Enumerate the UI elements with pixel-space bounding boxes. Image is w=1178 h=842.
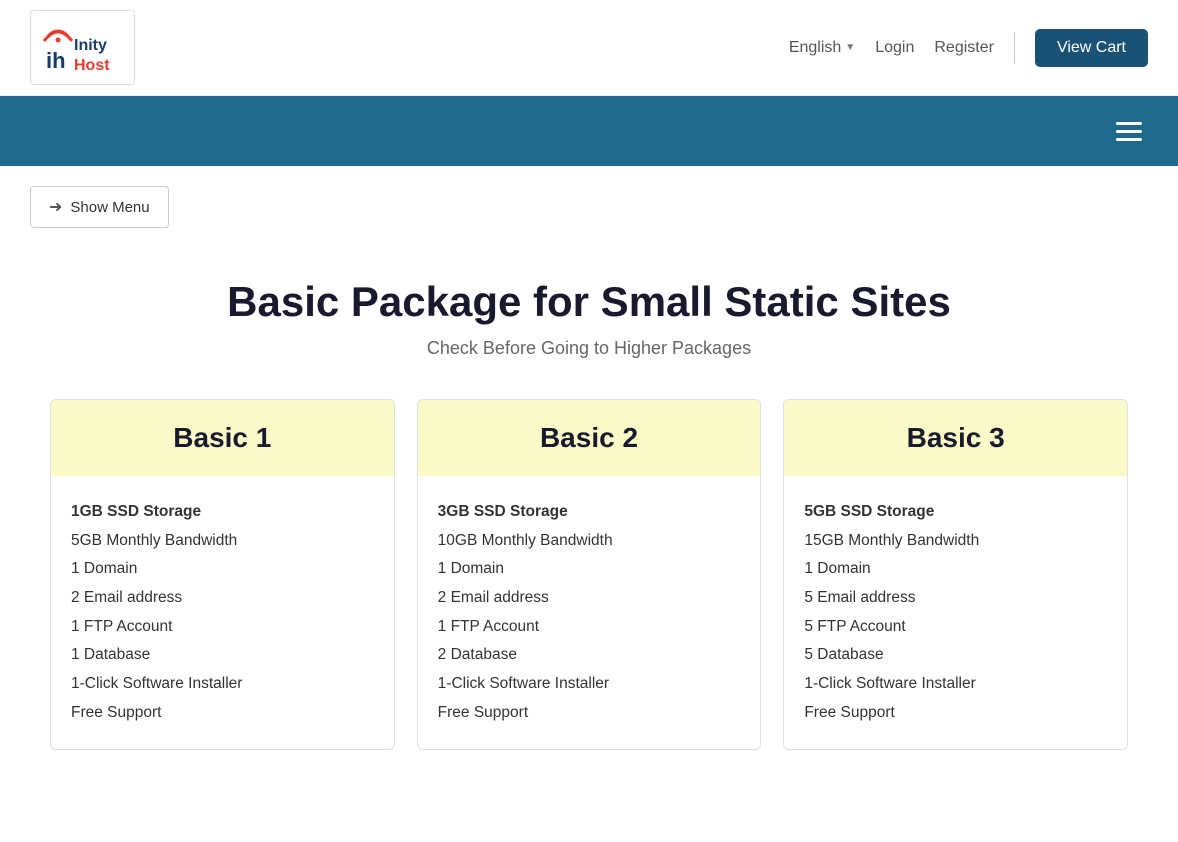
- list-item: 1 Domain: [438, 555, 741, 584]
- register-link[interactable]: Register: [934, 39, 994, 57]
- list-item: 2 Email address: [438, 584, 741, 613]
- package-header-2: Basic 2: [418, 400, 761, 476]
- package-body-1: 1GB SSD Storage5GB Monthly Bandwidth1 Do…: [51, 476, 394, 749]
- page-subtitle: Check Before Going to Higher Packages: [20, 338, 1158, 359]
- list-item: 2 Email address: [71, 584, 374, 613]
- hamburger-menu-button[interactable]: [1110, 116, 1148, 147]
- site-header: ih Inity Host English ▼ Login Register V…: [0, 0, 1178, 96]
- package-body-2: 3GB SSD Storage10GB Monthly Bandwidth1 D…: [418, 476, 761, 749]
- list-item: Free Support: [438, 699, 741, 728]
- show-menu-section: ➜ Show Menu: [0, 166, 1178, 248]
- list-item: Free Support: [804, 699, 1107, 728]
- login-link[interactable]: Login: [875, 39, 914, 57]
- package-header-1: Basic 1: [51, 400, 394, 476]
- header-nav: English ▼ Login Register View Cart: [789, 29, 1148, 67]
- list-item: 5 Email address: [804, 584, 1107, 613]
- nav-divider: [1014, 33, 1015, 63]
- list-item: 1 FTP Account: [71, 613, 374, 642]
- show-menu-label: Show Menu: [70, 199, 149, 216]
- hamburger-line-2: [1116, 130, 1142, 133]
- svg-text:ih: ih: [46, 48, 66, 73]
- view-cart-button[interactable]: View Cart: [1035, 29, 1148, 67]
- arrow-right-icon: ➜: [49, 197, 62, 217]
- package-body-3: 5GB SSD Storage15GB Monthly Bandwidth1 D…: [784, 476, 1127, 749]
- svg-text:Host: Host: [74, 57, 110, 74]
- logo-svg: ih Inity Host: [38, 18, 128, 78]
- list-item: 10GB Monthly Bandwidth: [438, 527, 741, 556]
- hamburger-line-1: [1116, 122, 1142, 125]
- list-item: 1 Domain: [71, 555, 374, 584]
- package-card-1: Basic 1 1GB SSD Storage5GB Monthly Bandwi…: [50, 399, 395, 750]
- list-item: 15GB Monthly Bandwidth: [804, 527, 1107, 556]
- package-name-3: Basic 3: [804, 422, 1107, 454]
- logo-container: ih Inity Host: [30, 10, 135, 85]
- list-item: 2 Database: [438, 641, 741, 670]
- list-item: 1-Click Software Installer: [804, 670, 1107, 699]
- page-title: Basic Package for Small Static Sites: [20, 278, 1158, 326]
- list-item: 3GB SSD Storage: [438, 498, 741, 527]
- list-item: 5 Database: [804, 641, 1107, 670]
- packages-grid: Basic 1 1GB SSD Storage5GB Monthly Bandwi…: [50, 399, 1128, 750]
- show-menu-button[interactable]: ➜ Show Menu: [30, 186, 169, 228]
- package-card-2: Basic 2 3GB SSD Storage10GB Monthly Bandw…: [417, 399, 762, 750]
- navigation-bar: [0, 96, 1178, 166]
- page-title-section: Basic Package for Small Static Sites Che…: [0, 248, 1178, 399]
- language-label: English: [789, 39, 841, 57]
- list-item: 5GB Monthly Bandwidth: [71, 527, 374, 556]
- list-item: 1-Click Software Installer: [438, 670, 741, 699]
- logo-box: ih Inity Host: [30, 10, 135, 85]
- list-item: 1-Click Software Installer: [71, 670, 374, 699]
- list-item: 5 FTP Account: [804, 613, 1107, 642]
- list-item: 1 FTP Account: [438, 613, 741, 642]
- package-header-3: Basic 3: [784, 400, 1127, 476]
- chevron-down-icon: ▼: [845, 42, 855, 53]
- package-name-1: Basic 1: [71, 422, 374, 454]
- list-item: 1GB SSD Storage: [71, 498, 374, 527]
- language-selector[interactable]: English ▼: [789, 39, 855, 57]
- packages-section: Basic 1 1GB SSD Storage5GB Monthly Bandwi…: [0, 399, 1178, 790]
- package-name-2: Basic 2: [438, 422, 741, 454]
- package-card-3: Basic 3 5GB SSD Storage15GB Monthly Bandw…: [783, 399, 1128, 750]
- list-item: Free Support: [71, 699, 374, 728]
- hamburger-line-3: [1116, 138, 1142, 141]
- list-item: 1 Database: [71, 641, 374, 670]
- svg-text:Inity: Inity: [74, 37, 107, 54]
- list-item: 5GB SSD Storage: [804, 498, 1107, 527]
- list-item: 1 Domain: [804, 555, 1107, 584]
